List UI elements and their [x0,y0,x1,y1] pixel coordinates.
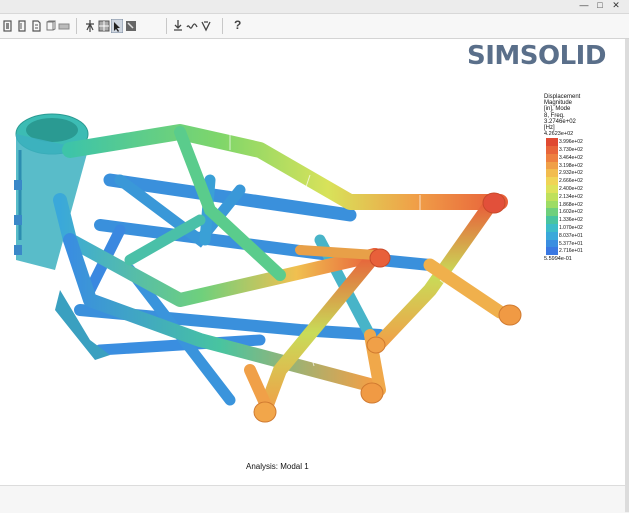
view-front-icon[interactable] [2,19,14,33]
legend-row: 2.932e+02 [544,169,614,178]
select-part-icon[interactable] [111,19,123,33]
legend-row: 2.134e+02 [544,192,614,201]
legend-min-value: 5.5994e-01 [544,256,572,263]
deformation-icon[interactable] [200,19,212,33]
legend-swatch [546,177,558,185]
legend-level-label: 3.198e+02 [559,162,583,169]
legend-swatch [546,161,558,170]
shaded-view-icon[interactable] [125,19,137,33]
legend-level-label: 3.730e+02 [559,147,583,154]
legend-swatch [546,200,558,209]
legend-swatch [546,138,558,147]
view-back-icon[interactable] [16,19,28,33]
grid-view-icon[interactable] [98,19,110,33]
legend-row: 1.336e+02 [544,216,614,224]
legend-level-label: 1.602e+02 [559,209,583,216]
legend-swatch [546,231,558,240]
legend-row: 3.464e+02 [544,153,614,162]
legend-swatch [546,185,558,193]
probe-icon[interactable] [172,19,184,33]
legend-level-label: 2.666e+02 [559,178,583,185]
legend-max-value: 4.2623e+02 [544,131,574,138]
legend-level-label: 2.716e+01 [559,248,583,255]
legend-header: Displacement Magnitude [in], Mode 8, Freq. 3… [544,94,614,131]
legend-row: 2.666e+02 [544,177,614,185]
legend-row: 1.602e+02 [544,208,614,217]
legend-row: 1.868e+02 [544,200,614,209]
legend-level-label: 1.868e+02 [559,201,583,208]
legend-level-label: 2.932e+02 [559,170,583,177]
legend-level-label: 2.134e+02 [559,193,583,200]
legend-swatch [546,239,558,248]
legend-row: 3.730e+02 [544,146,614,154]
window-title-bar: — □ ✕ [0,0,629,14]
legend-row: 2.716e+01 [544,247,614,256]
legend-level-label: 5.377e+01 [559,240,583,247]
toolbar-separator [76,18,77,34]
legend-level-label: 1.070e+02 [559,224,583,231]
toolbar-separator [222,18,223,34]
legend-swatch [546,247,558,256]
legend-swatch [546,169,558,178]
toolbar-separator [166,18,167,34]
section-plane-icon[interactable] [84,19,96,33]
legend-row: 3.198e+02 [544,161,614,170]
help-icon[interactable]: ? [234,18,241,32]
legend-swatch [546,153,558,162]
maximize-icon[interactable]: □ [594,0,606,11]
results-legend: Displacement Magnitude [in], Mode 8, Freq. 3… [544,94,614,263]
view-top-icon[interactable] [58,19,70,33]
simsolid-logo: SIMSOLID [467,41,606,71]
legend-row: 5.377e+01 [544,239,614,248]
legend-swatch [546,208,558,217]
right-panel-edge [625,39,629,512]
legend-swatch [546,216,558,224]
minimize-icon[interactable]: — [578,0,590,11]
legend-swatch [546,146,558,154]
legend-row: 1.070e+02 [544,223,614,232]
close-icon[interactable]: ✕ [610,0,622,11]
status-bar [0,485,625,513]
animate-mode-icon[interactable] [186,19,198,33]
motorcycle-frame-model[interactable] [0,90,530,430]
legend-row: 2.400e+02 [544,185,614,193]
legend-scale: 3.996e+02 3.730e+02 3.464e+02 3.198e+02 2.93… [544,138,614,256]
legend-level-label: 3.464e+02 [559,154,583,161]
legend-row: 3.996e+02 [544,138,614,147]
view-left-icon[interactable] [30,19,42,33]
view-right-icon[interactable] [44,19,56,33]
legend-level-label: 3.996e+02 [559,139,583,146]
legend-swatch [546,192,558,201]
legend-level-label: 2.400e+02 [559,186,583,192]
legend-swatch [546,223,558,232]
legend-level-label: 8.037e+01 [559,232,583,239]
toolbar: ? [0,14,629,39]
legend-level-label: 1.336e+02 [559,217,583,224]
analysis-label: Analysis: Modal 1 [246,462,309,471]
legend-row: 8.037e+01 [544,231,614,240]
